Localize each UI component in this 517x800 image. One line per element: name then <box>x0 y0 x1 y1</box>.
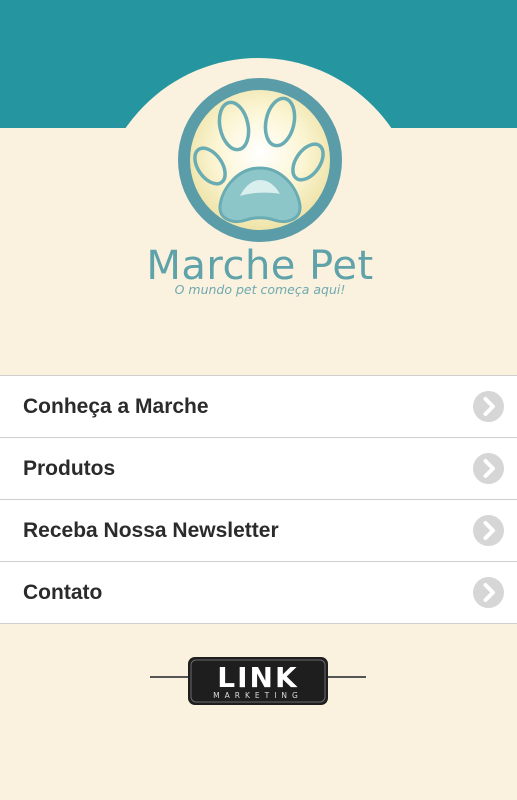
paw-icon <box>178 78 342 242</box>
menu-item-label: Contato <box>23 581 103 604</box>
menu-item-label: Receba Nossa Newsletter <box>23 519 279 542</box>
menu-item-label: Conheça a Marche <box>23 395 209 418</box>
menu-item-produtos[interactable]: Produtos <box>0 438 517 500</box>
chevron-right-icon[interactable] <box>473 515 504 546</box>
main-menu: Conheça a Marche Produtos Receba Nossa N… <box>0 375 517 624</box>
menu-item-label: Produtos <box>23 457 116 480</box>
link-logo-subtext: MARKETING <box>213 691 303 700</box>
menu-item-conheca[interactable]: Conheça a Marche <box>0 376 517 438</box>
chevron-right-icon[interactable] <box>473 453 504 484</box>
link-logo-text: LINK <box>217 661 298 694</box>
brand-tagline: O mundo pet começa aqui! <box>174 282 346 297</box>
menu-item-contato[interactable]: Contato <box>0 562 517 624</box>
chevron-right-icon[interactable] <box>473 577 504 608</box>
chevron-right-icon[interactable] <box>473 391 504 422</box>
menu-item-newsletter[interactable]: Receba Nossa Newsletter <box>0 500 517 562</box>
link-marketing-logo: LINK MARKETING <box>150 655 366 707</box>
marche-pet-logo: Marche Pet O mundo pet começa aqui! <box>130 64 390 314</box>
